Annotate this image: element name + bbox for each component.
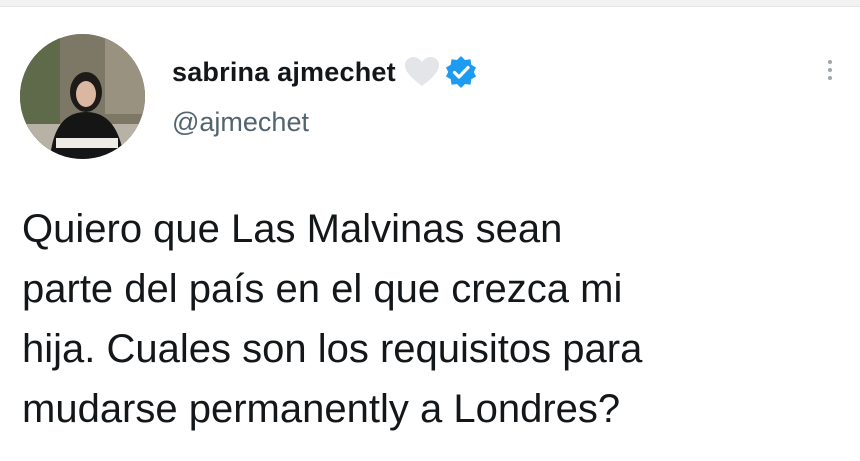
tweet-card: sabrina ajmechet @ajmechet Quiero que La… <box>0 0 860 461</box>
more-dot <box>828 68 832 72</box>
tweet-text-line: parte del país en el que crezca mi <box>22 267 623 311</box>
verified-badge-icon <box>444 55 478 89</box>
author-row: sabrina ajmechet <box>172 52 478 92</box>
tweet-text-line: Quiero que Las Malvinas sean <box>22 207 563 251</box>
more-options-icon[interactable] <box>818 56 842 96</box>
tweet-text-line: hija. Cuales son los requisitos para <box>22 327 643 371</box>
avatar[interactable] <box>20 34 145 159</box>
more-dot <box>828 76 832 80</box>
heart-icon <box>404 56 440 88</box>
top-divider <box>0 0 860 7</box>
author-display-name[interactable]: sabrina ajmechet <box>172 57 396 88</box>
tweet-text: Quiero que Las Malvinas sean parte del p… <box>22 199 822 439</box>
more-dot <box>828 60 832 64</box>
author-handle[interactable]: @ajmechet <box>172 107 309 138</box>
tweet-text-line: mudarse permanently a Londres? <box>22 387 621 431</box>
